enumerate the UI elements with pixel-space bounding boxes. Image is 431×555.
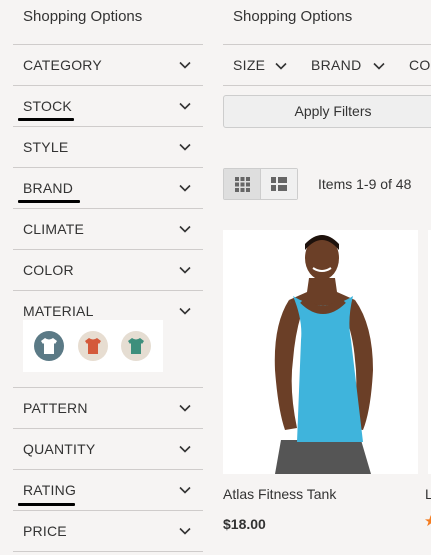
filter-label: STYLE	[23, 139, 69, 155]
grid-icon	[235, 177, 250, 192]
filter-label: CATEGORY	[23, 57, 102, 73]
filter-label: PRICE	[23, 523, 67, 539]
divider	[13, 551, 203, 552]
filter-label: STOCK	[23, 98, 72, 114]
items-count: Items 1-9 of 48	[318, 176, 412, 192]
chevron-down-icon	[179, 266, 191, 274]
shopping-options-sidebar: Shopping Options CATEGORY STOCK STYLE BR…	[0, 0, 203, 555]
highlight-underline	[18, 200, 80, 203]
filter-color-top[interactable]: CO	[409, 57, 431, 73]
chevron-down-icon	[179, 61, 191, 69]
rating-star-icon: ★	[424, 513, 431, 530]
filter-label: RATING	[23, 482, 77, 498]
chevron-down-icon	[179, 143, 191, 151]
product-card[interactable]	[223, 230, 418, 474]
chevron-down-icon	[373, 62, 385, 70]
apply-filters-button[interactable]: Apply Filters	[223, 95, 431, 128]
filter-size[interactable]: SIZE	[233, 57, 265, 73]
filter-price[interactable]: PRICE	[13, 510, 203, 551]
chevron-down-icon	[179, 307, 191, 315]
sidebar-title: Shopping Options	[23, 8, 143, 25]
chevron-down-icon	[179, 486, 191, 494]
tshirt-icon	[128, 338, 144, 354]
filter-label: CLIMATE	[23, 221, 85, 237]
chevron-down-icon	[179, 527, 191, 535]
material-swatches	[23, 320, 163, 372]
product-name-partial[interactable]: L	[425, 486, 431, 502]
list-icon	[271, 177, 287, 191]
filter-climate[interactable]: CLIMATE	[13, 208, 203, 249]
chevron-down-icon	[179, 445, 191, 453]
grid-view-button[interactable]	[224, 169, 261, 199]
list-view-button[interactable]	[261, 169, 297, 199]
chevron-down-icon	[179, 102, 191, 110]
view-mode-toggle	[223, 168, 298, 200]
chevron-down-icon	[179, 404, 191, 412]
filter-category[interactable]: CATEGORY	[13, 44, 203, 85]
product-name[interactable]: Atlas Fitness Tank	[223, 486, 336, 502]
filter-color[interactable]: COLOR	[13, 249, 203, 290]
filter-label: COLOR	[23, 262, 74, 278]
material-swatch-green[interactable]	[121, 331, 151, 361]
horizontal-filter-bar: SIZE BRAND CO	[223, 44, 431, 86]
tshirt-icon	[41, 338, 57, 354]
filter-quantity[interactable]: QUANTITY	[13, 428, 203, 469]
main-title: Shopping Options	[233, 8, 353, 25]
material-swatch-white[interactable]	[34, 331, 64, 361]
chevron-down-icon	[179, 225, 191, 233]
chevron-down-icon	[179, 184, 191, 192]
filter-label: MATERIAL	[23, 303, 94, 319]
tshirt-icon	[85, 338, 101, 354]
material-swatch-orange[interactable]	[78, 331, 108, 361]
product-image[interactable]	[223, 230, 418, 474]
filter-label: QUANTITY	[23, 441, 96, 457]
filter-brand-top[interactable]: BRAND	[311, 57, 362, 73]
filter-pattern[interactable]: PATTERN	[13, 387, 203, 428]
filter-label: PATTERN	[23, 400, 88, 416]
filter-style[interactable]: STYLE	[13, 126, 203, 167]
filter-label: BRAND	[23, 180, 74, 196]
chevron-down-icon	[275, 62, 287, 70]
product-price: $18.00	[223, 516, 266, 532]
highlight-underline	[18, 503, 75, 506]
highlight-underline	[18, 118, 74, 121]
product-listing: Shopping Options SIZE BRAND CO Apply Fil…	[203, 0, 431, 555]
